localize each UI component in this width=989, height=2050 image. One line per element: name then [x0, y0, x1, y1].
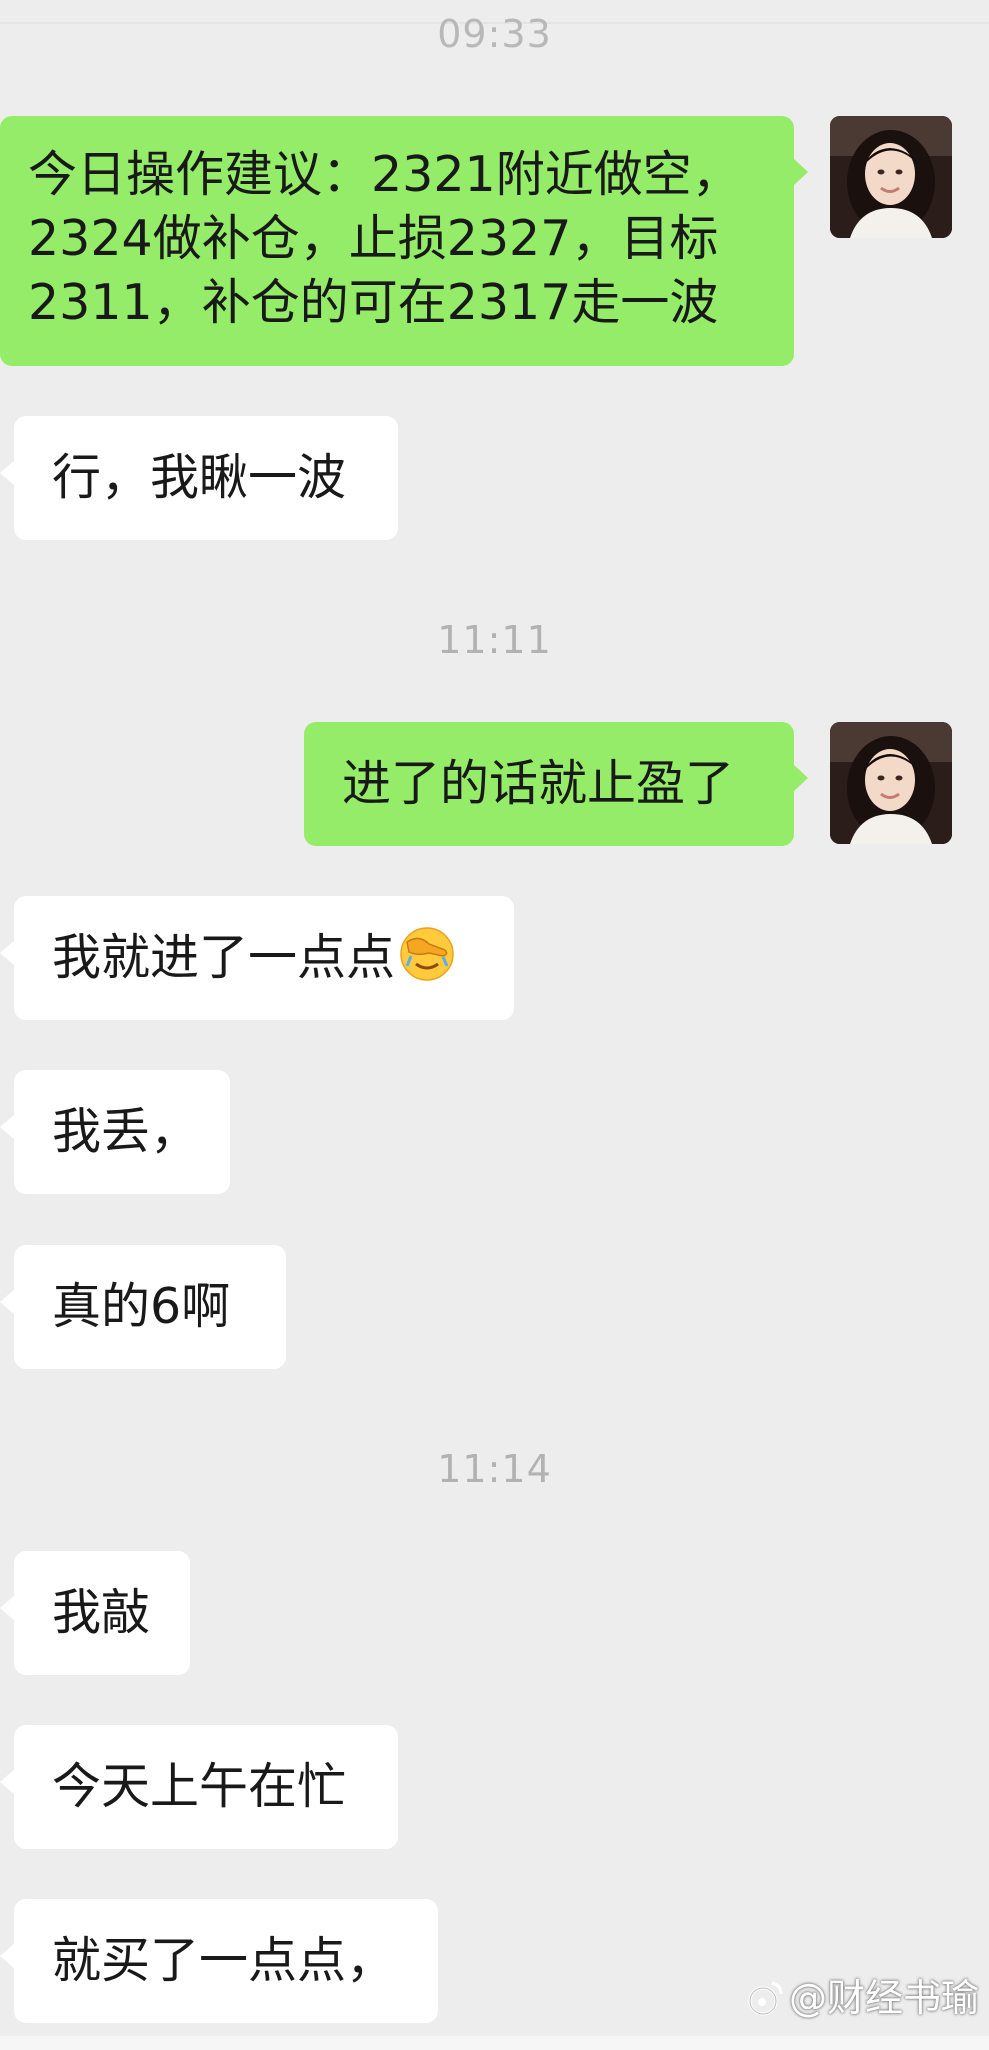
timestamp: 11:11 [437, 618, 552, 662]
message-bubble-incoming[interactable]: 今天上午在忙 [0, 1725, 398, 1849]
message-text: 我就进了一点点 [52, 929, 396, 986]
message-bubble-incoming[interactable]: 我敲 [0, 1551, 190, 1675]
timestamp: 11:14 [437, 1447, 552, 1491]
message-bubble-incoming[interactable]: 我就进了一点点 [0, 896, 514, 1020]
message-bubble-incoming[interactable]: 行，我瞅一波 [0, 416, 398, 540]
message-text: 今天上午在忙 [52, 1758, 347, 1815]
message-text-line: 2324做补仓，止损2327，目标 [28, 210, 719, 267]
timestamp: 09:33 [437, 12, 552, 56]
message-text: 我丢， [52, 1103, 200, 1160]
message-text-line: 2311，补仓的可在2317走一波 [28, 274, 719, 331]
user-avatar-photo [830, 722, 952, 844]
message-bubble-incoming[interactable]: 真的6啊 [0, 1245, 286, 1369]
avatar[interactable] [830, 116, 952, 238]
avatar[interactable] [830, 722, 952, 844]
message-bubble-incoming[interactable]: 就买了一点点， [0, 1899, 438, 2023]
message-text: 真的6啊 [52, 1278, 231, 1335]
message-text-line: 今日操作建议：2321附近做空， [28, 146, 741, 203]
input-bar-edge [0, 2036, 989, 2050]
message-bubble-incoming[interactable]: 我丢， [0, 1070, 230, 1194]
watermark-text: @财经书瑜 [788, 1976, 979, 2020]
message-text: 进了的话就止盈了 [342, 755, 735, 812]
user-avatar-photo [830, 116, 952, 238]
watermark: @财经书瑜 [745, 1967, 979, 2022]
message-text: 行，我瞅一波 [52, 449, 347, 506]
weibo-logo-icon [748, 1981, 783, 2016]
face-with-hand-over-eyes-emoji [400, 927, 454, 981]
message-bubble-outgoing[interactable]: 今日操作建议：2321附近做空， 2324做补仓，止损2327，目标 2311，… [0, 116, 808, 366]
chat-window[interactable]: 09:33 今日操作建议：2321附近做空， 2324做补仓，止损2327，目标… [0, 0, 989, 2050]
message-bubble-outgoing[interactable]: 进了的话就止盈了 [304, 722, 808, 846]
message-text: 就买了一点点， [52, 1932, 396, 1989]
message-text: 我敲 [52, 1584, 151, 1641]
